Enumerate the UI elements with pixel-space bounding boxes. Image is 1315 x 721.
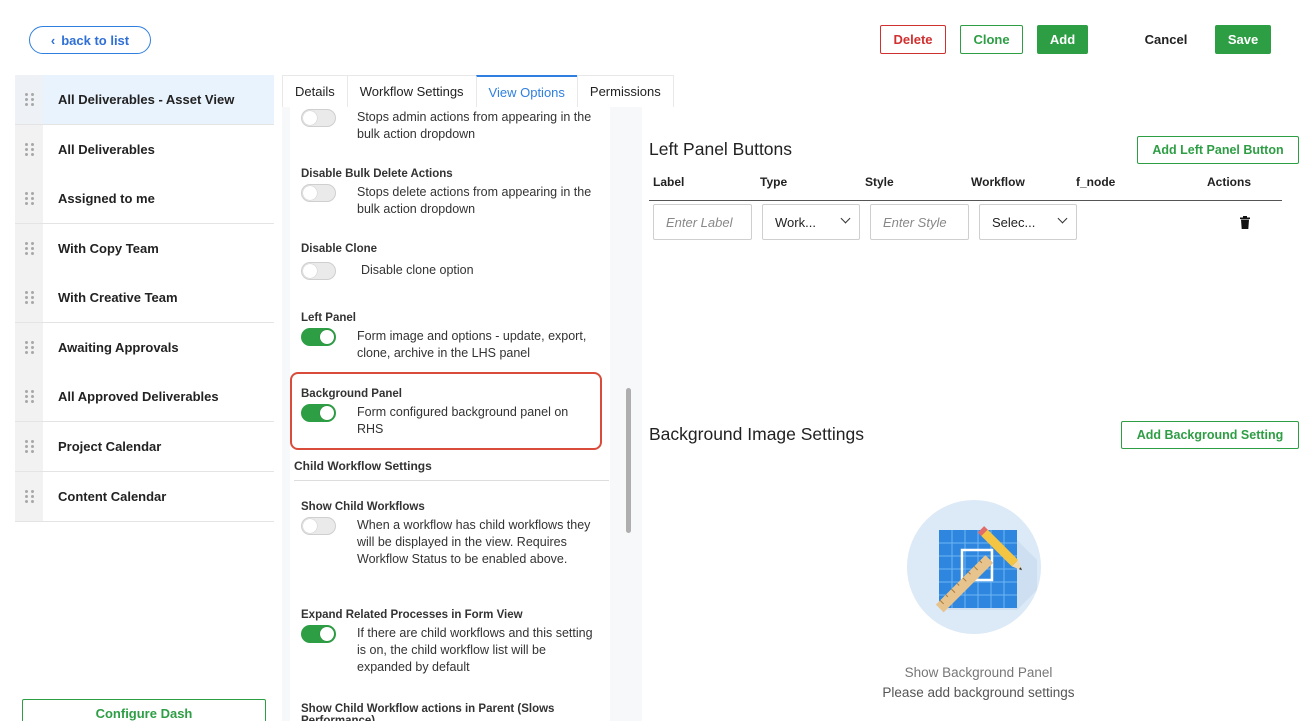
setting-description: Disable clone option (361, 263, 474, 277)
setting-title: Disable Clone (301, 243, 378, 255)
trash-icon[interactable] (1240, 216, 1250, 229)
tab-workflow-settings[interactable]: Workflow Settings (346, 75, 477, 107)
sidebar-item-content-calendar[interactable]: Content Calendar (15, 472, 274, 522)
back-to-list-label: back to list (61, 32, 130, 48)
chevron-down-icon (1057, 213, 1068, 224)
sidebar-item-label: Project Calendar (58, 439, 162, 454)
sidebar-item-label: Assigned to me (58, 191, 155, 206)
toggle-switch[interactable] (301, 625, 336, 643)
sidebar-item-with-creative-team[interactable]: With Creative Team (15, 273, 274, 323)
sidebar-item-label: All Deliverables (58, 142, 155, 157)
button-style-input[interactable]: Enter Style (870, 204, 969, 240)
column-header-f-node: f_node (1076, 175, 1116, 189)
sidebar-item-label: Awaiting Approvals (58, 340, 179, 355)
setting-description: When a workflow has child workflows they… (357, 518, 591, 566)
toggle-switch[interactable] (301, 184, 336, 202)
tab-permissions[interactable]: Permissions (576, 75, 674, 107)
configure-dash-button[interactable]: Configure Dash (22, 699, 266, 721)
sidebar-item-all-deliverables[interactable]: All Deliverables (15, 125, 274, 175)
toggle-switch[interactable] (301, 109, 336, 127)
toggle-switch[interactable] (301, 517, 336, 535)
chevron-left-icon: ‹ (50, 32, 56, 48)
setting-description: Form image and options - update, export,… (357, 329, 587, 360)
setting-background-panel: Background Panel Form configured backgro… (301, 388, 601, 438)
drag-handle-icon[interactable] (15, 372, 43, 421)
tab-view-options[interactable]: View Options (475, 75, 578, 107)
button-workflow-select[interactable]: Selec... (979, 204, 1077, 240)
tab-details[interactable]: Details (282, 75, 348, 107)
sidebar: All Deliverables - Asset View All Delive… (15, 75, 274, 721)
toggle-switch[interactable] (301, 262, 336, 280)
empty-state-message: Please add background settings (882, 685, 1075, 700)
chevron-down-icon (840, 213, 851, 224)
drag-handle-icon[interactable] (15, 472, 43, 521)
scrollbar-thumb[interactable] (626, 388, 631, 533)
drag-handle-icon[interactable] (15, 224, 43, 273)
toggle-switch[interactable] (301, 404, 336, 422)
sidebar-item-with-copy-team[interactable]: With Copy Team (15, 224, 274, 274)
column-header-actions: Actions (1207, 175, 1252, 189)
drag-handle-icon[interactable] (15, 75, 43, 124)
setting-disable-bulk-delete: Disable Bulk Delete Actions Stops delete… (301, 168, 601, 218)
background-image-settings-title: Background Image Settings (649, 424, 864, 444)
clone-button[interactable]: Clone (960, 25, 1023, 54)
setting-title: Show Child Workflow actions in Parent (S… (301, 703, 555, 721)
cancel-button[interactable]: Cancel (1133, 25, 1199, 54)
drag-handle-icon[interactable] (15, 422, 43, 471)
setting-disable-clone: Disable Clone Disable clone option (301, 243, 601, 280)
sidebar-item-project-calendar[interactable]: Project Calendar (15, 422, 274, 472)
sidebar-item-awaiting-approvals[interactable]: Awaiting Approvals (15, 323, 274, 373)
button-workflow-value: Selec... (992, 214, 1036, 230)
setting-title: Disable Bulk Delete Actions (301, 168, 453, 180)
empty-state-title: Show Background Panel (904, 665, 1053, 680)
setting-title: Expand Related Processes in Form View (301, 609, 523, 621)
top-bar: ‹ back to list Delete Clone Add Cancel S… (0, 0, 1315, 75)
setting-description: Form configured background panel on RHS (357, 405, 569, 436)
sidebar-item-label: With Copy Team (58, 241, 159, 256)
tab-bar: Details Workflow Settings View Options P… (282, 75, 674, 107)
column-header-type: Type (760, 175, 788, 189)
child-workflow-section-title: Child Workflow Settings (294, 459, 609, 481)
setting-title: Left Panel (301, 312, 356, 324)
left-panel-buttons-title: Left Panel Buttons (649, 139, 793, 159)
sidebar-item-label: With Creative Team (58, 290, 178, 305)
add-background-setting-button[interactable]: Add Background Setting (1121, 421, 1299, 449)
setting-description: If there are child workflows and this se… (357, 626, 593, 674)
drag-handle-icon[interactable] (15, 273, 43, 322)
save-button[interactable]: Save (1215, 25, 1271, 54)
setting-show-child-workflows: Show Child Workflows When a workflow has… (301, 501, 601, 568)
drag-handle-icon[interactable] (15, 125, 43, 174)
setting-disable-bulk-admin-partial: Stops admin actions from appearing in th… (301, 109, 601, 143)
sidebar-item-label: All Deliverables - Asset View (58, 92, 235, 107)
add-left-panel-button[interactable]: Add Left Panel Button (1137, 136, 1299, 164)
blueprint-illustration-icon (907, 500, 1041, 634)
back-to-list-button[interactable]: ‹ back to list (29, 26, 151, 54)
table-header-divider (649, 200, 1282, 201)
setting-title: Background Panel (301, 388, 402, 400)
setting-description: Stops admin actions from appearing in th… (357, 110, 592, 141)
sidebar-item-all-deliverables-asset-view[interactable]: All Deliverables - Asset View (15, 75, 274, 125)
drag-handle-icon[interactable] (15, 323, 43, 372)
setting-title: Show Child Workflows (301, 501, 425, 513)
delete-button[interactable]: Delete (880, 25, 946, 54)
sidebar-item-all-approved-deliverables[interactable]: All Approved Deliverables (15, 372, 274, 422)
sidebar-item-label: Content Calendar (58, 489, 167, 504)
view-options-settings: Stops admin actions from appearing in th… (290, 107, 610, 721)
button-type-select[interactable]: Work... (762, 204, 860, 240)
setting-expand-related-processes: Expand Related Processes in Form View If… (301, 609, 601, 676)
sidebar-item-assigned-to-me[interactable]: Assigned to me (15, 174, 274, 224)
right-panel: Left Panel Buttons Add Left Panel Button… (642, 107, 1315, 721)
setting-description: Stops delete actions from appearing in t… (357, 185, 592, 216)
column-header-label: Label (653, 175, 685, 189)
add-button[interactable]: Add (1037, 25, 1088, 54)
setting-left-panel: Left Panel Form image and options - upda… (301, 312, 601, 362)
column-header-workflow: Workflow (971, 175, 1025, 189)
sidebar-item-label: All Approved Deliverables (58, 389, 219, 404)
button-label-input[interactable]: Enter Label (653, 204, 752, 240)
column-header-style: Style (865, 175, 894, 189)
setting-show-child-actions: Show Child Workflow actions in Parent (S… (301, 703, 601, 721)
toggle-switch[interactable] (301, 328, 336, 346)
drag-handle-icon[interactable] (15, 174, 43, 223)
button-type-value: Work... (775, 214, 816, 230)
